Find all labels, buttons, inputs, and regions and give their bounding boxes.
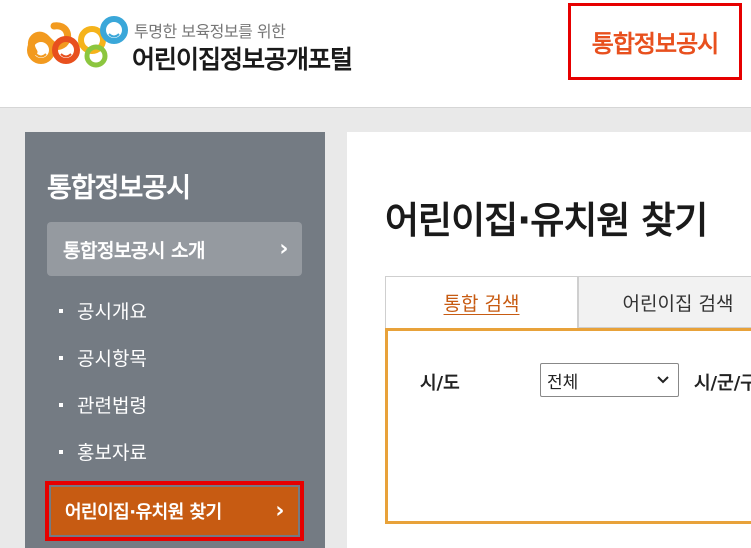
chevron-right-icon: › <box>275 498 284 524</box>
sido-select-value: 전체 <box>547 372 579 393</box>
sidebar-subitem-items[interactable]: 공시항목 <box>59 334 147 381</box>
top-nav-integrated-disclosure[interactable]: 통합정보공시 <box>568 3 742 80</box>
logo-icon <box>27 16 128 68</box>
page-title: 어린이집·유치원 찾기 <box>385 199 708 242</box>
sidebar-item-label: 어린이집·유치원 찾기 <box>65 502 222 523</box>
bullet-icon <box>59 308 63 313</box>
sidebar-subitem-laws[interactable]: 관련법령 <box>59 381 147 428</box>
tab-integrated-search[interactable]: 통합 검색 <box>385 276 578 328</box>
sidebar-item-find-daycare[interactable]: 어린이집·유치원 찾기 › <box>45 481 304 541</box>
search-panel: 시/도 전체 시/군/구 <box>385 328 751 524</box>
logo-subtitle: 투명한 보육정보를 위한 <box>134 22 286 41</box>
site-header: 투명한 보육정보를 위한 어린이집정보공개포털 통합정보공시 <box>0 0 751 108</box>
tab-daycare-search[interactable]: 어린이집 검색 <box>578 276 751 328</box>
main-content: 어린이집·유치원 찾기 통합 검색 어린이집 검색 시/도 전체 시/군/구 <box>347 132 751 548</box>
sido-select[interactable]: 전체 <box>540 363 679 397</box>
sidebar-item-label: 통합정보공시 소개 <box>63 239 205 262</box>
dropdown-arrow-icon <box>657 376 669 384</box>
sidebar-submenu: 공시개요 공시항목 관련법령 홍보자료 <box>59 287 147 475</box>
bullet-icon <box>59 355 63 360</box>
sidebar-subitem-label: 홍보자료 <box>77 442 147 464</box>
sidebar-find-button: 어린이집·유치원 찾기 › <box>51 487 298 535</box>
sidebar: 통합정보공시 통합정보공시 소개 › 공시개요 공시항목 관련법령 홍보자료 어… <box>25 132 325 548</box>
sidebar-subitem-label: 공시개요 <box>77 301 147 323</box>
sidebar-subitem-overview[interactable]: 공시개요 <box>59 287 147 334</box>
sidebar-subitem-label: 관련법령 <box>77 395 147 417</box>
sido-label: 시/도 <box>420 373 460 394</box>
sidebar-item-intro[interactable]: 통합정보공시 소개 › <box>47 222 302 276</box>
site-logo[interactable]: 투명한 보육정보를 위한 어린이집정보공개포털 <box>24 10 384 74</box>
sigungu-label: 시/군/구 <box>694 373 751 394</box>
bullet-icon <box>59 449 63 454</box>
chevron-right-icon: › <box>279 236 288 262</box>
sidebar-subitem-label: 공시항목 <box>77 348 147 370</box>
bullet-icon <box>59 402 63 407</box>
sidebar-subitem-promo[interactable]: 홍보자료 <box>59 428 147 475</box>
sidebar-title: 통합정보공시 <box>47 173 191 204</box>
logo-title: 어린이집정보공개포털 <box>132 45 353 74</box>
